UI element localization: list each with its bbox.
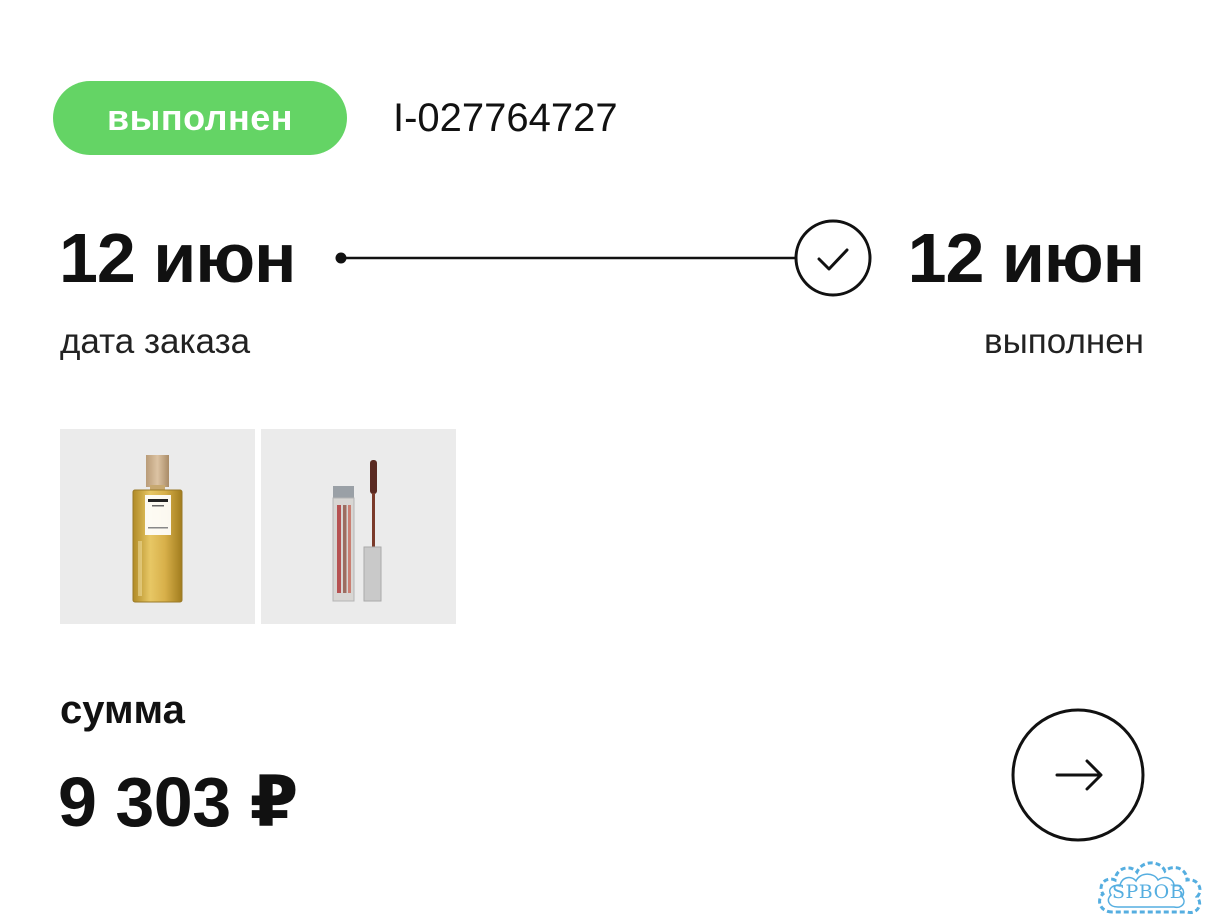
total-amount: 9 303 ₽ bbox=[58, 763, 298, 841]
watermark-text: SPBOB bbox=[1112, 881, 1185, 903]
total-label: сумма bbox=[60, 688, 185, 732]
completed-date: 12 июн bbox=[907, 219, 1145, 297]
status-badge: выполнен bbox=[53, 81, 347, 155]
order-date: 12 июн bbox=[59, 219, 296, 297]
order-id: I-027764727 bbox=[393, 96, 618, 140]
watermark-logo: SPBOB bbox=[1094, 854, 1206, 923]
order-date-label: дата заказа bbox=[60, 322, 251, 361]
mascara-image bbox=[332, 460, 382, 602]
completed-date-label: выполнен bbox=[984, 322, 1144, 361]
product-thumbnail-perfume[interactable] bbox=[60, 429, 255, 624]
open-order-button[interactable] bbox=[1011, 708, 1145, 842]
check-circle-icon bbox=[794, 219, 872, 297]
product-thumbnail-mascara[interactable] bbox=[261, 429, 456, 624]
order-timeline bbox=[330, 218, 874, 298]
arrow-right-icon bbox=[1011, 708, 1145, 842]
status-badge-label: выполнен bbox=[106, 97, 294, 138]
perfume-image bbox=[132, 455, 183, 603]
